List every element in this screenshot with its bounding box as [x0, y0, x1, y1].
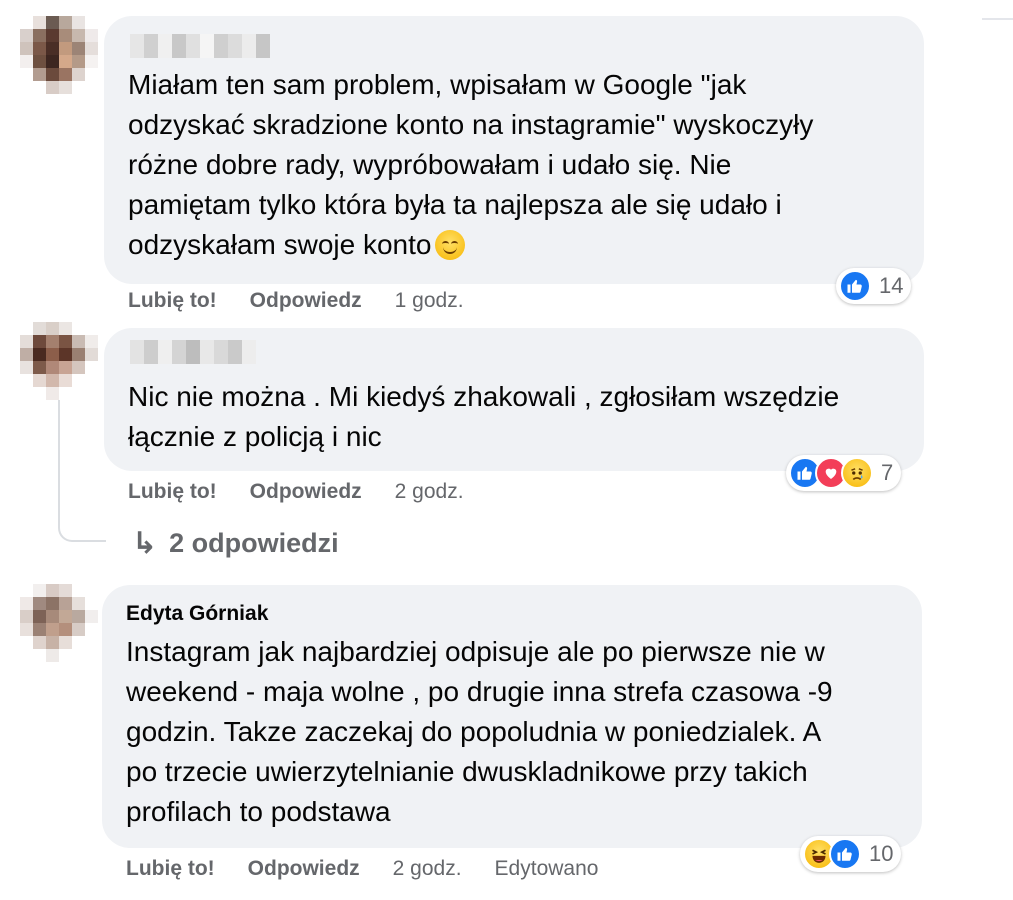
reaction-count: 14 [879, 273, 904, 298]
reply-button[interactable]: Odpowiedz [250, 480, 362, 504]
timestamp[interactable]: 2 godz. [393, 857, 462, 881]
reaction-summary[interactable]: 14 [836, 268, 912, 304]
avatar[interactable] [20, 584, 98, 662]
comment-actions: Lubię to! Odpowiedz 2 godz. Edytowano [126, 857, 631, 881]
like-reaction-icon [839, 270, 871, 302]
thread-connector [58, 400, 106, 542]
like-button[interactable]: Lubię to! [128, 289, 217, 313]
like-button[interactable]: Lubię to! [128, 480, 217, 504]
reply-button[interactable]: Odpowiedz [250, 289, 362, 313]
replies-count-label: 2 odpowiedzi [169, 528, 339, 558]
view-replies-link[interactable]: ↳ 2 odpowiedzi [132, 526, 339, 561]
like-button[interactable]: Lubię to! [126, 857, 215, 881]
reaction-count: 7 [881, 460, 894, 485]
like-reaction-icon [829, 838, 861, 870]
top-divider [982, 18, 1013, 20]
sad-reaction-icon [841, 457, 873, 489]
comment-actions: Lubię to! Odpowiedz 2 godz. [128, 480, 497, 504]
avatar[interactable] [20, 16, 98, 94]
comment-text: Miałam ten sam problem, wpisałam w Googl… [128, 69, 814, 260]
comment-text: Nic nie można . Mi kiedyś zhakowali , zg… [128, 381, 840, 452]
commenter-name[interactable]: Edyta Górniak [126, 602, 268, 626]
avatar[interactable] [20, 322, 98, 400]
commenter-name-redacted[interactable] [130, 34, 270, 58]
reply-button[interactable]: Odpowiedz [248, 857, 360, 881]
comment-text: Instagram jak najbardziej odpisuje ale p… [126, 636, 833, 827]
reaction-summary[interactable]: 7 [786, 455, 902, 491]
comment-actions: Lubię to! Odpowiedz 1 godz. [128, 289, 497, 313]
reaction-summary[interactable]: 10 [800, 836, 902, 872]
reaction-count: 10 [869, 841, 894, 866]
commenter-name-redacted[interactable] [130, 340, 256, 364]
smiling-face-emoji [435, 230, 466, 260]
reply-arrow-icon: ↳ [132, 527, 158, 560]
timestamp[interactable]: 1 godz. [395, 289, 464, 313]
edited-label[interactable]: Edytowano [495, 857, 599, 881]
timestamp[interactable]: 2 godz. [395, 480, 464, 504]
